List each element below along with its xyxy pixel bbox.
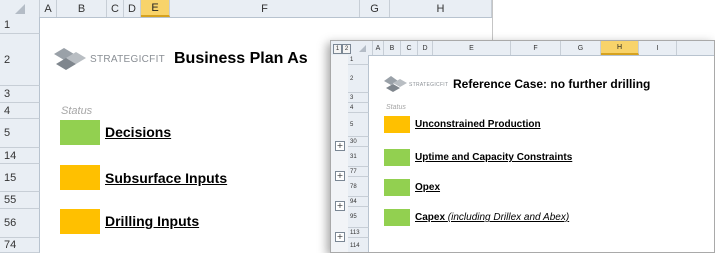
row-header-95[interactable]: 95 [348, 207, 369, 228]
row-header-2[interactable]: 2 [0, 34, 40, 86]
row-header-30[interactable]: 30 [348, 137, 369, 147]
expand-group-button[interactable]: + [335, 171, 345, 181]
select-all-corner[interactable] [352, 41, 373, 55]
status-swatch-unconstrained-production [384, 116, 410, 133]
column-header-g[interactable]: G [360, 0, 390, 17]
expand-group-button[interactable]: + [335, 201, 345, 211]
column-header-bar: 1 2 A B C D E F G H I [331, 41, 714, 56]
column-header-a[interactable]: A [40, 0, 57, 17]
column-header-c[interactable]: C [107, 0, 124, 17]
page-title: Reference Case: no further drilling [453, 77, 651, 91]
capex-label: Capex [415, 212, 446, 223]
status-swatch-uptime-and-capacity-constraints [384, 149, 410, 166]
column-header-e[interactable]: E [141, 0, 170, 17]
column-header-e[interactable]: E [433, 41, 511, 55]
column-header-a[interactable]: A [373, 41, 384, 55]
link-opex[interactable]: Opex [415, 182, 440, 193]
row-header-74[interactable]: 74 [0, 238, 40, 253]
row-header-114[interactable]: 114 [348, 238, 369, 252]
status-label: Status [386, 104, 406, 111]
row-header-3[interactable]: 3 [0, 86, 40, 103]
row-header-2[interactable]: 2 [348, 65, 369, 93]
row-header-94[interactable]: 94 [348, 197, 369, 207]
row-header-1[interactable]: 1 [348, 55, 369, 65]
column-header-d[interactable]: D [418, 41, 433, 55]
column-header-i[interactable]: I [639, 41, 677, 55]
detail-spreadsheet-window: 1 2 A B C D E F G H I + + + + 1 2 3 4 5 … [330, 40, 715, 253]
select-all-corner[interactable] [0, 0, 40, 17]
status-swatch-drilling-inputs [60, 209, 100, 234]
column-header-f[interactable]: F [170, 0, 360, 17]
link-drilling-inputs[interactable]: Drilling Inputs [105, 213, 199, 229]
row-header-55[interactable]: 55 [0, 192, 40, 209]
status-swatch-opex [384, 179, 410, 196]
column-header-h[interactable]: H [601, 41, 639, 55]
row-header-1[interactable]: 1 [0, 17, 40, 34]
row-header-4[interactable]: 4 [348, 103, 369, 113]
status-swatch-subsurface-inputs [60, 165, 100, 190]
column-header-c[interactable]: C [401, 41, 418, 55]
status-swatch-decisions [60, 120, 100, 145]
strategicfit-logo-icon [54, 48, 86, 70]
status-label: Status [61, 105, 93, 117]
row-header-4[interactable]: 4 [0, 103, 40, 119]
row-header-15[interactable]: 15 [0, 164, 40, 192]
row-header-31[interactable]: 31 [348, 147, 369, 167]
column-header-f[interactable]: F [511, 41, 561, 55]
row-header-77[interactable]: 77 [348, 167, 369, 177]
row-header-78[interactable]: 78 [348, 177, 369, 197]
logo-text: STRATEGICFIT [90, 54, 166, 65]
select-all-icon [14, 3, 25, 14]
row-header-3[interactable]: 3 [348, 93, 369, 103]
column-header-d[interactable]: D [124, 0, 141, 17]
outline-gutter [331, 55, 349, 252]
logo-text: STRATEGICFIT [409, 82, 449, 88]
row-header-14[interactable]: 14 [0, 148, 40, 164]
column-header-h[interactable]: H [390, 0, 492, 17]
row-header-56[interactable]: 56 [0, 209, 40, 238]
column-header-b[interactable]: B [57, 0, 107, 17]
outline-level-1-button[interactable]: 1 [333, 44, 342, 54]
column-header-bar: A B C D E F G H [0, 0, 492, 18]
row-header-5[interactable]: 5 [348, 113, 369, 137]
link-capex[interactable]: Capex (including Drillex and Abex) [415, 212, 569, 223]
row-header-113[interactable]: 113 [348, 228, 369, 238]
strategicfit-logo-icon [384, 76, 407, 92]
status-swatch-capex [384, 209, 410, 226]
column-header-b[interactable]: B [384, 41, 401, 55]
link-subsurface-inputs[interactable]: Subsurface Inputs [105, 170, 227, 186]
outline-level-2-button[interactable]: 2 [342, 44, 351, 54]
link-decisions[interactable]: Decisions [105, 124, 171, 140]
select-all-icon [358, 44, 366, 52]
link-unconstrained-production[interactable]: Unconstrained Production [415, 119, 541, 130]
expand-group-button[interactable]: + [335, 141, 345, 151]
link-uptime-and-capacity-constraints[interactable]: Uptime and Capacity Constraints [415, 152, 572, 163]
page-title: Business Plan As [174, 50, 308, 67]
expand-group-button[interactable]: + [335, 232, 345, 242]
capex-note: (including Drillex and Abex) [447, 212, 570, 223]
row-header-5[interactable]: 5 [0, 119, 40, 148]
column-header-g[interactable]: G [561, 41, 601, 55]
